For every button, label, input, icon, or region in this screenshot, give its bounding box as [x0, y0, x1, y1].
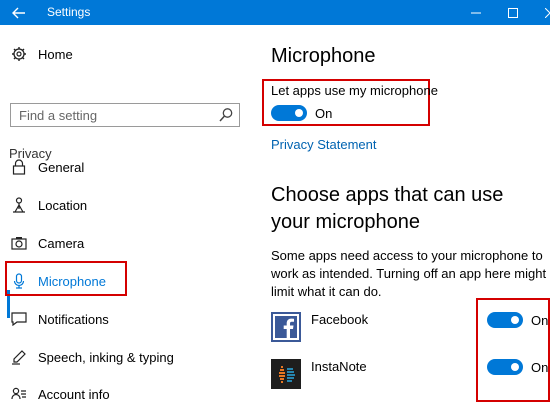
- window-title: Settings: [47, 5, 91, 19]
- facebook-app-icon: [271, 312, 301, 342]
- microphone-highlight-box: [5, 261, 127, 296]
- title-bar: Settings: [0, 0, 550, 25]
- sidebar-item-label: Location: [38, 197, 88, 213]
- home-nav[interactable]: Home: [10, 45, 73, 63]
- account-info-icon: [10, 385, 28, 403]
- sidebar-item-camera[interactable]: Camera: [10, 234, 84, 252]
- sidebar-item-account-info[interactable]: Account info: [10, 385, 110, 403]
- location-person-icon: [10, 196, 28, 214]
- sidebar-item-general[interactable]: General: [10, 158, 84, 176]
- back-button[interactable]: [0, 0, 38, 25]
- sidebar: Home Find a setting Privacy General Loca…: [0, 25, 252, 402]
- main-content: Microphone Let apps use my microphone On…: [252, 25, 550, 402]
- sidebar-item-label: Camera: [38, 235, 85, 251]
- maximize-icon: [508, 7, 518, 18]
- camera-icon: [10, 234, 28, 252]
- sidebar-item-speech-inking-typing[interactable]: Speech, inking & typing: [10, 348, 174, 366]
- home-label: Home: [38, 46, 73, 62]
- master-toggle-state: On: [315, 106, 333, 121]
- sidebar-item-location[interactable]: Location: [10, 196, 87, 214]
- sidebar-item-label: Speech, inking & typing: [38, 349, 174, 365]
- sidebar-item-label: Account info: [38, 386, 110, 402]
- sidebar-item-label: General: [38, 159, 85, 175]
- gear-icon: [10, 45, 28, 63]
- app-name: Facebook: [311, 312, 369, 327]
- maximize-button[interactable]: [495, 0, 531, 25]
- sidebar-item-label: Notifications: [38, 311, 109, 327]
- notifications-icon: [10, 310, 28, 328]
- master-toggle-label: Let apps use my microphone: [271, 83, 438, 98]
- pen-icon: [10, 348, 28, 366]
- page-title: Microphone: [271, 45, 376, 67]
- search-icon[interactable]: [218, 107, 234, 123]
- toggle-knob: [295, 109, 303, 117]
- close-icon: [545, 7, 550, 18]
- close-button[interactable]: [532, 0, 550, 25]
- app-toggles-highlight-box: [476, 298, 550, 402]
- app-name: InstaNote: [311, 359, 367, 374]
- instanote-app-icon: [271, 359, 301, 389]
- search-placeholder: Find a setting: [19, 108, 98, 123]
- sidebar-item-notifications[interactable]: Notifications: [10, 310, 109, 328]
- lock-icon: [10, 158, 28, 176]
- apps-section-heading: Choose apps that can use your microphone: [271, 184, 504, 233]
- minimize-icon: [471, 12, 481, 13]
- find-setting-search[interactable]: Find a setting: [10, 103, 240, 127]
- minimize-button[interactable]: [458, 0, 494, 25]
- privacy-statement-link[interactable]: Privacy Statement: [271, 137, 377, 152]
- back-arrow-icon: [12, 7, 25, 18]
- apps-description: Some apps need access to your microphone…: [271, 248, 547, 299]
- master-microphone-toggle[interactable]: [271, 105, 307, 121]
